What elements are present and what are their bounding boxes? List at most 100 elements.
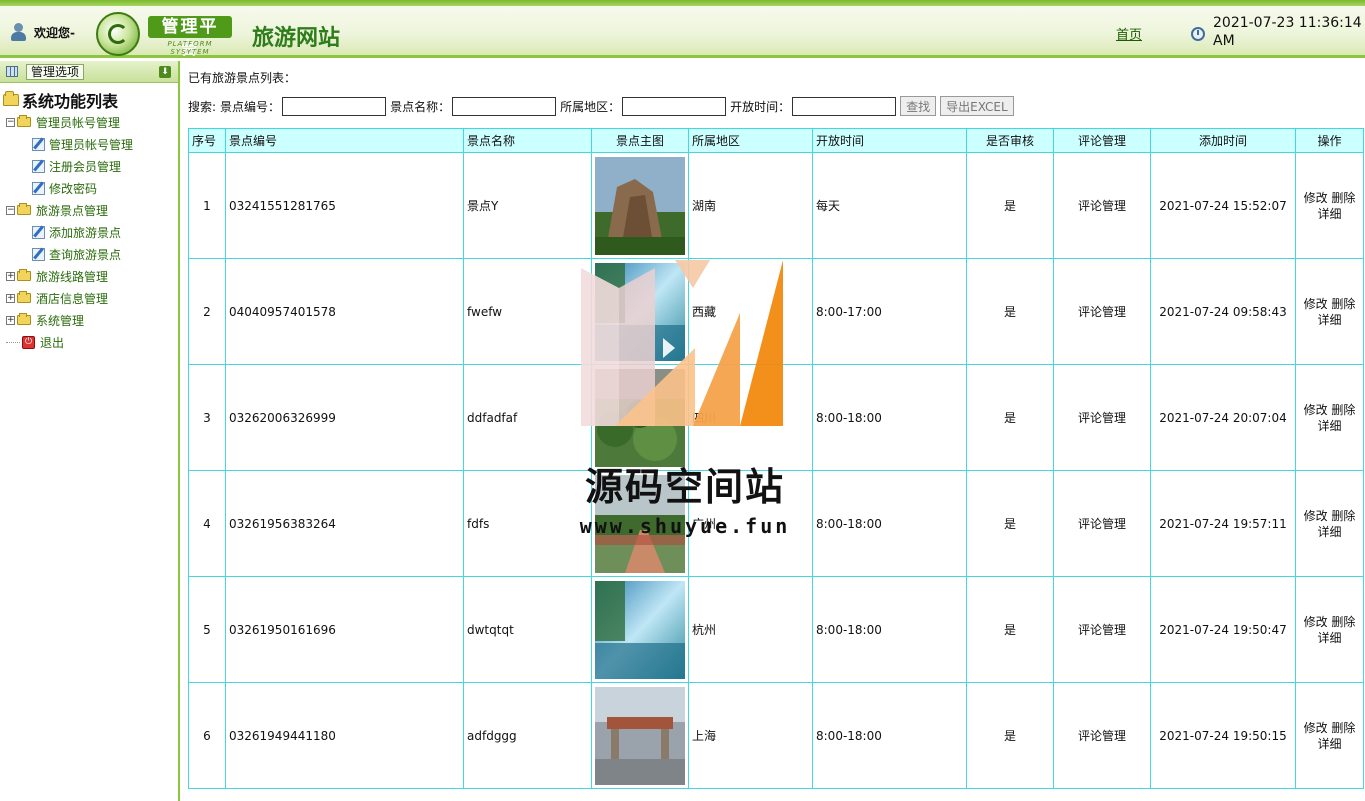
edit-link[interactable]: 修改 [1304,615,1328,629]
cell-added: 2021-07-24 19:57:11 [1150,470,1296,577]
delete-link[interactable]: 删除 [1331,191,1355,205]
sidebar-group-label: 旅游景点管理 [36,203,109,218]
attraction-thumbnail[interactable] [595,368,685,467]
collapse-icon[interactable]: − [6,205,15,215]
detail-link[interactable]: 详细 [1317,419,1341,433]
attraction-thumbnail[interactable] [595,156,685,255]
sidebar-item-label[interactable]: 注册会员管理 [49,158,121,175]
sidebar-item-query-attraction[interactable]: 查询旅游景点 [0,243,178,265]
grid-icon [6,66,18,77]
col-header-added: 添加时间 [1150,128,1296,153]
sidebar-item-label[interactable]: 查询旅游景点 [49,246,121,263]
detail-link[interactable]: 详细 [1317,525,1341,539]
detail-link[interactable]: 详细 [1317,737,1341,751]
delete-link[interactable]: 删除 [1331,297,1355,311]
cell-comment-link[interactable]: 评论管理 [1053,682,1151,789]
edit-link[interactable]: 修改 [1304,721,1328,735]
cell-image [591,682,689,789]
cell-name: 景点Y [463,152,592,259]
cell-comment-link[interactable]: 评论管理 [1053,152,1151,259]
cell-comment-link[interactable]: 评论管理 [1053,576,1151,683]
sidebar-group-system[interactable]: + 系统管理 [0,309,178,331]
sidebar-header-label[interactable]: 管理选项 [26,64,85,80]
tree-root[interactable]: 系统功能列表 [0,89,178,111]
cell-name: fwefw [463,258,592,365]
cell-comment-link[interactable]: 评论管理 [1053,258,1151,365]
col-header-comments: 评论管理 [1053,128,1151,153]
attraction-thumbnail[interactable] [595,580,685,679]
attraction-thumbnail[interactable] [595,686,685,785]
sidebar-item-member-management[interactable]: 注册会员管理 [0,155,178,177]
sidebar-item-exit[interactable]: ⏻ 退出 [0,331,178,353]
delete-link[interactable]: 删除 [1331,403,1355,417]
cell-comment-link[interactable]: 评论管理 [1053,470,1151,577]
header-accent-bar [0,0,1365,6]
search-label-name: 景点名称： [390,99,451,114]
cell-image [591,364,689,471]
expand-icon[interactable]: + [6,293,15,303]
sidebar-item-label[interactable]: 管理员帐号管理 [49,136,133,153]
expand-icon[interactable]: + [6,271,15,281]
cell-image [591,152,689,259]
sidebar: 管理选项 ⬇ 系统功能列表 − 管理员帐号管理 管理员帐号管理 注册会员管理 修… [0,61,180,801]
logo-title: 管理平台 [148,16,232,59]
search-input-name[interactable] [452,96,557,116]
sidebar-group-routes[interactable]: + 旅游线路管理 [0,265,178,287]
arrow-down-icon[interactable]: ⬇ [159,66,171,78]
cell-approved: 是 [966,576,1054,683]
detail-link[interactable]: 详细 [1317,313,1341,327]
edit-link[interactable]: 修改 [1304,191,1328,205]
attraction-thumbnail[interactable] [595,262,685,361]
table-body: 1 03241551281765 景点Y 湖南 每天是评论管理 2021-07-24 15… [188,152,1364,789]
col-header-approved: 是否审核 [966,128,1054,153]
cell-image [591,470,689,577]
sidebar-item-label[interactable]: 退出 [40,334,64,351]
table-row: 2 04040957401578 fwefw 西藏 8:00-17:00 是评论管理 202… [188,258,1364,365]
search-input-hours[interactable] [792,96,897,116]
sidebar-item-label[interactable]: 修改密码 [49,180,97,197]
detail-link[interactable]: 详细 [1317,631,1341,645]
cell-ops: 修改 删除详细 [1295,258,1364,365]
sidebar-group-hotels[interactable]: + 酒店信息管理 [0,287,178,309]
delete-link[interactable]: 删除 [1331,509,1355,523]
sidebar-item-change-password[interactable]: 修改密码 [0,177,178,199]
sidebar-group-admin-account[interactable]: − 管理员帐号管理 [0,111,178,133]
sidebar-group-attractions[interactable]: − 旅游景点管理 [0,199,178,221]
search-input-region[interactable] [622,96,727,116]
cell-no: 4 [188,470,226,577]
delete-link[interactable]: 删除 [1331,615,1355,629]
edit-link[interactable]: 修改 [1304,297,1328,311]
delete-link[interactable]: 删除 [1331,721,1355,735]
cell-code: 03241551281765 [225,152,464,259]
cell-comment-link[interactable]: 评论管理 [1053,364,1151,471]
sidebar-group-label: 系统管理 [36,313,85,328]
edit-page-icon [32,181,45,195]
sidebar-group-label: 旅游线路管理 [36,269,109,284]
sidebar-item-label[interactable]: 添加旅游景点 [49,224,121,241]
cell-hours: 每天 [812,152,967,259]
search-label-hours: 开放时间： [730,99,791,114]
search-button[interactable]: 查找 [900,96,937,116]
expand-icon[interactable]: + [6,315,15,325]
sidebar-group-label: 酒店信息管理 [36,291,109,306]
sidebar-item-admin-account[interactable]: 管理员帐号管理 [0,133,178,155]
sidebar-item-add-attraction[interactable]: 添加旅游景点 [0,221,178,243]
cell-hours: 8:00-18:00 [812,576,967,683]
edit-link[interactable]: 修改 [1304,403,1328,417]
col-header-hours: 开放时间 [812,128,967,153]
search-input-code[interactable] [282,96,387,116]
table-row: 6 03261949441180 adfdggg 上海 8:00-18:00 是评论管理 2… [188,682,1364,789]
cell-no: 2 [188,258,226,365]
edit-link[interactable]: 修改 [1304,509,1328,523]
folder-icon [17,291,31,303]
table-row: 3 03262006326999 ddfadfaf 四川 8:00-18:00 是评论管理… [188,364,1364,471]
attraction-thumbnail[interactable] [595,474,685,573]
cell-added: 2021-07-24 09:58:43 [1150,258,1296,365]
detail-link[interactable]: 详细 [1317,207,1341,221]
attractions-table: 序号 景点编号 景点名称 景点主图 所属地区 开放时间 是否审核 评论管理 添加… [188,128,1364,789]
export-excel-button[interactable]: 导出EXCEL [940,96,1014,116]
edit-page-icon [32,137,45,151]
home-link[interactable]: 首页 [1116,24,1142,43]
search-label-code: 景点编号： [220,99,281,114]
collapse-icon[interactable]: − [6,117,15,127]
